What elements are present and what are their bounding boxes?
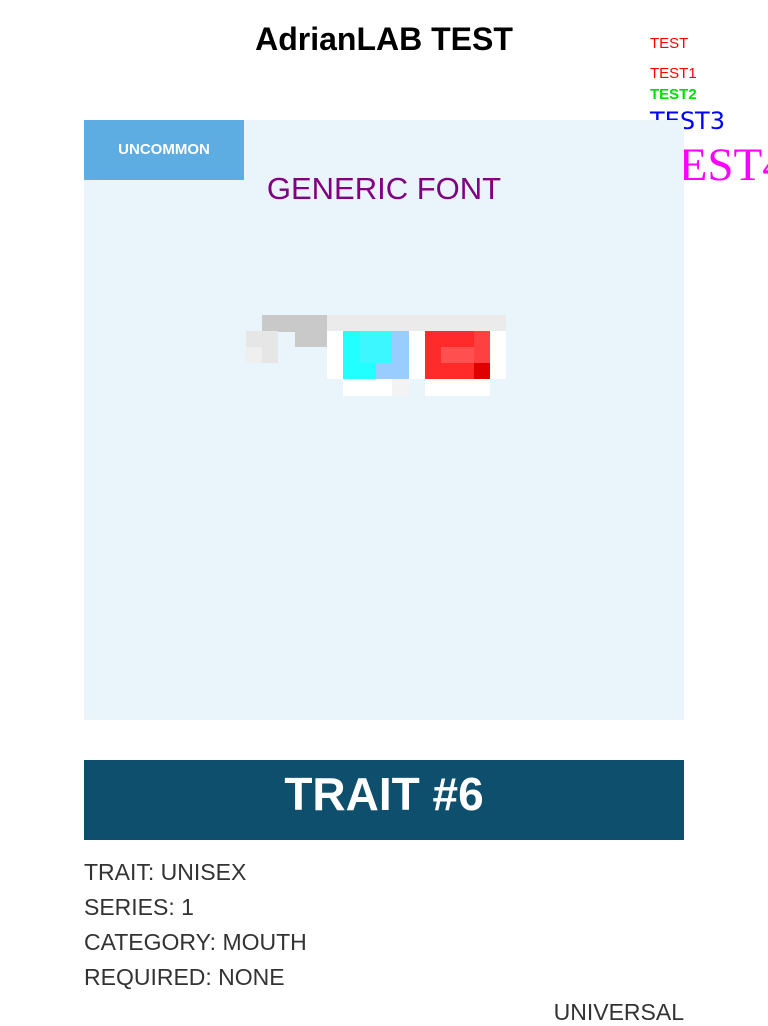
left-lens-highlight <box>360 331 392 363</box>
test-label-1: TEST1 <box>650 65 697 82</box>
glasses-hinge-tip <box>246 347 262 363</box>
left-lens-shade <box>376 363 392 379</box>
glasses-frame-bottom-right <box>425 379 490 396</box>
test-label-0: TEST <box>650 35 689 52</box>
3d-glasses-icon <box>246 315 506 396</box>
glasses-top-bar <box>327 315 506 331</box>
trait-footer: UNIVERSAL <box>553 999 684 1025</box>
right-lens-shadow <box>474 363 490 379</box>
trait-card: UNCOMMON GENERIC FONT <box>84 120 684 720</box>
right-lens-highlight <box>441 347 474 363</box>
glasses-frame-bottom-mid <box>392 379 409 396</box>
trait-category: CATEGORY: MOUTH <box>84 929 307 955</box>
trait-required: REQUIRED: NONE <box>84 964 285 990</box>
trait-banner: TRAIT #6 <box>84 760 684 840</box>
test-label-2: TEST2 <box>650 86 697 103</box>
right-lens-edge <box>474 331 490 363</box>
glasses-frame-bottom-left <box>343 379 392 396</box>
trait-series: SERIES: 1 <box>84 894 194 920</box>
trait-gender: TRAIT: UNISEX <box>84 859 247 885</box>
